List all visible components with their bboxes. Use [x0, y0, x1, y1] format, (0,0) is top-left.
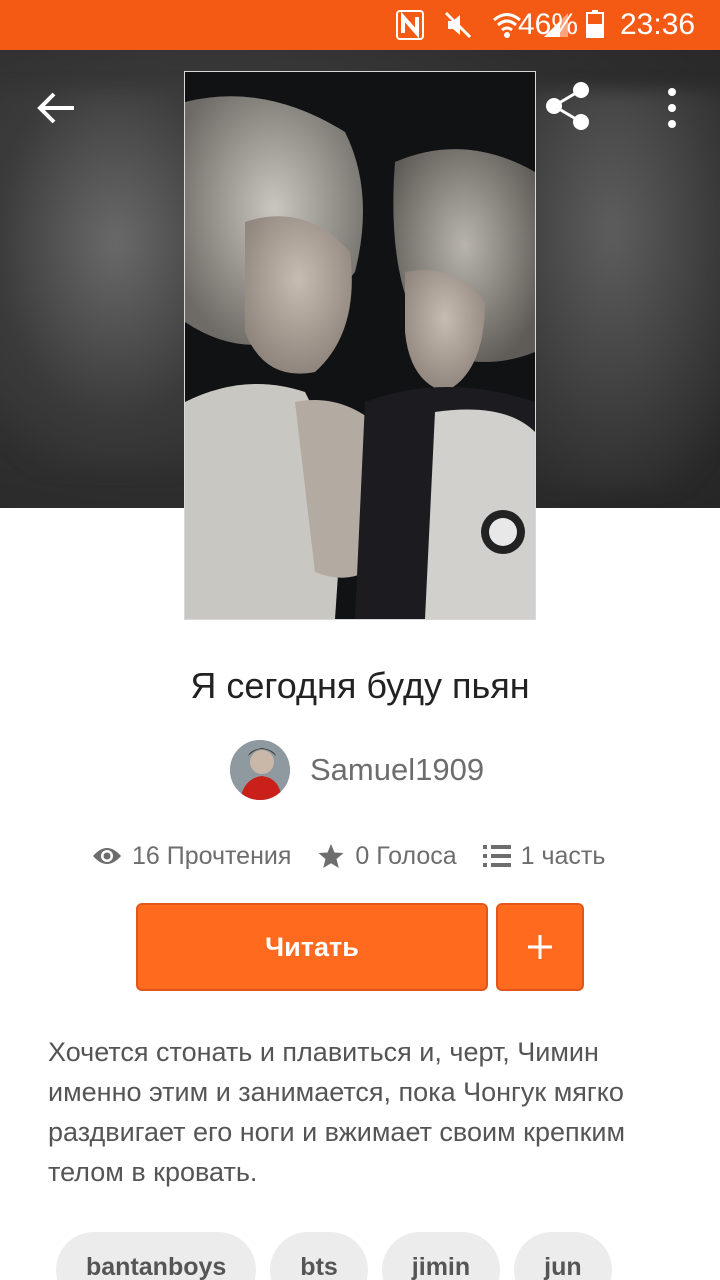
- eye-icon: [93, 848, 121, 864]
- tag-chip[interactable]: bts: [270, 1232, 368, 1280]
- plus-icon: [528, 935, 552, 959]
- reads-stat: 16 Прочтения: [92, 842, 291, 871]
- nfc-icon: [396, 10, 424, 40]
- star-icon: [318, 844, 344, 868]
- status-bar: 46% 23:36: [0, 0, 720, 50]
- tags-list: bantanboys bts jimin jun: [56, 1232, 720, 1280]
- battery-percent: 46%: [518, 8, 579, 41]
- read-button[interactable]: Читать: [136, 903, 488, 991]
- more-vertical-icon: [668, 88, 676, 128]
- battery-icon: [586, 10, 604, 38]
- parts-stat[interactable]: 1 часть: [482, 841, 606, 871]
- more-options-button[interactable]: [650, 82, 694, 134]
- votes-count: 0 Голоса: [355, 841, 457, 870]
- story-cover-image[interactable]: [184, 71, 536, 620]
- clock: 23:36: [620, 8, 696, 41]
- author-name[interactable]: Samuel1909: [310, 752, 484, 788]
- votes-stat: 0 Голоса: [317, 841, 457, 871]
- story-title: Я сегодня буду пьян: [190, 665, 530, 706]
- add-to-library-button[interactable]: [496, 903, 584, 991]
- mute-icon: [444, 11, 472, 39]
- list-icon: [482, 845, 511, 867]
- share-icon: [546, 82, 589, 130]
- arrow-back-icon: [37, 92, 74, 124]
- cover-photo: [185, 72, 535, 619]
- share-button[interactable]: [540, 78, 596, 134]
- author-avatar[interactable]: [230, 740, 290, 800]
- story-stats: 16 Прочтения 0 Голоса 1 часть: [92, 836, 631, 876]
- reads-count: 16 Прочтения: [132, 841, 292, 870]
- story-description: Хочется стонать и плавиться и, черт, Чим…: [48, 1037, 626, 1187]
- back-button[interactable]: [30, 82, 82, 134]
- tag-chip[interactable]: jun: [514, 1232, 612, 1280]
- author-link[interactable]: Samuel1909: [230, 740, 484, 800]
- tag-chip[interactable]: jimin: [381, 1232, 501, 1280]
- parts-count: 1 часть: [520, 841, 606, 870]
- tag-chip[interactable]: bantanboys: [56, 1232, 257, 1280]
